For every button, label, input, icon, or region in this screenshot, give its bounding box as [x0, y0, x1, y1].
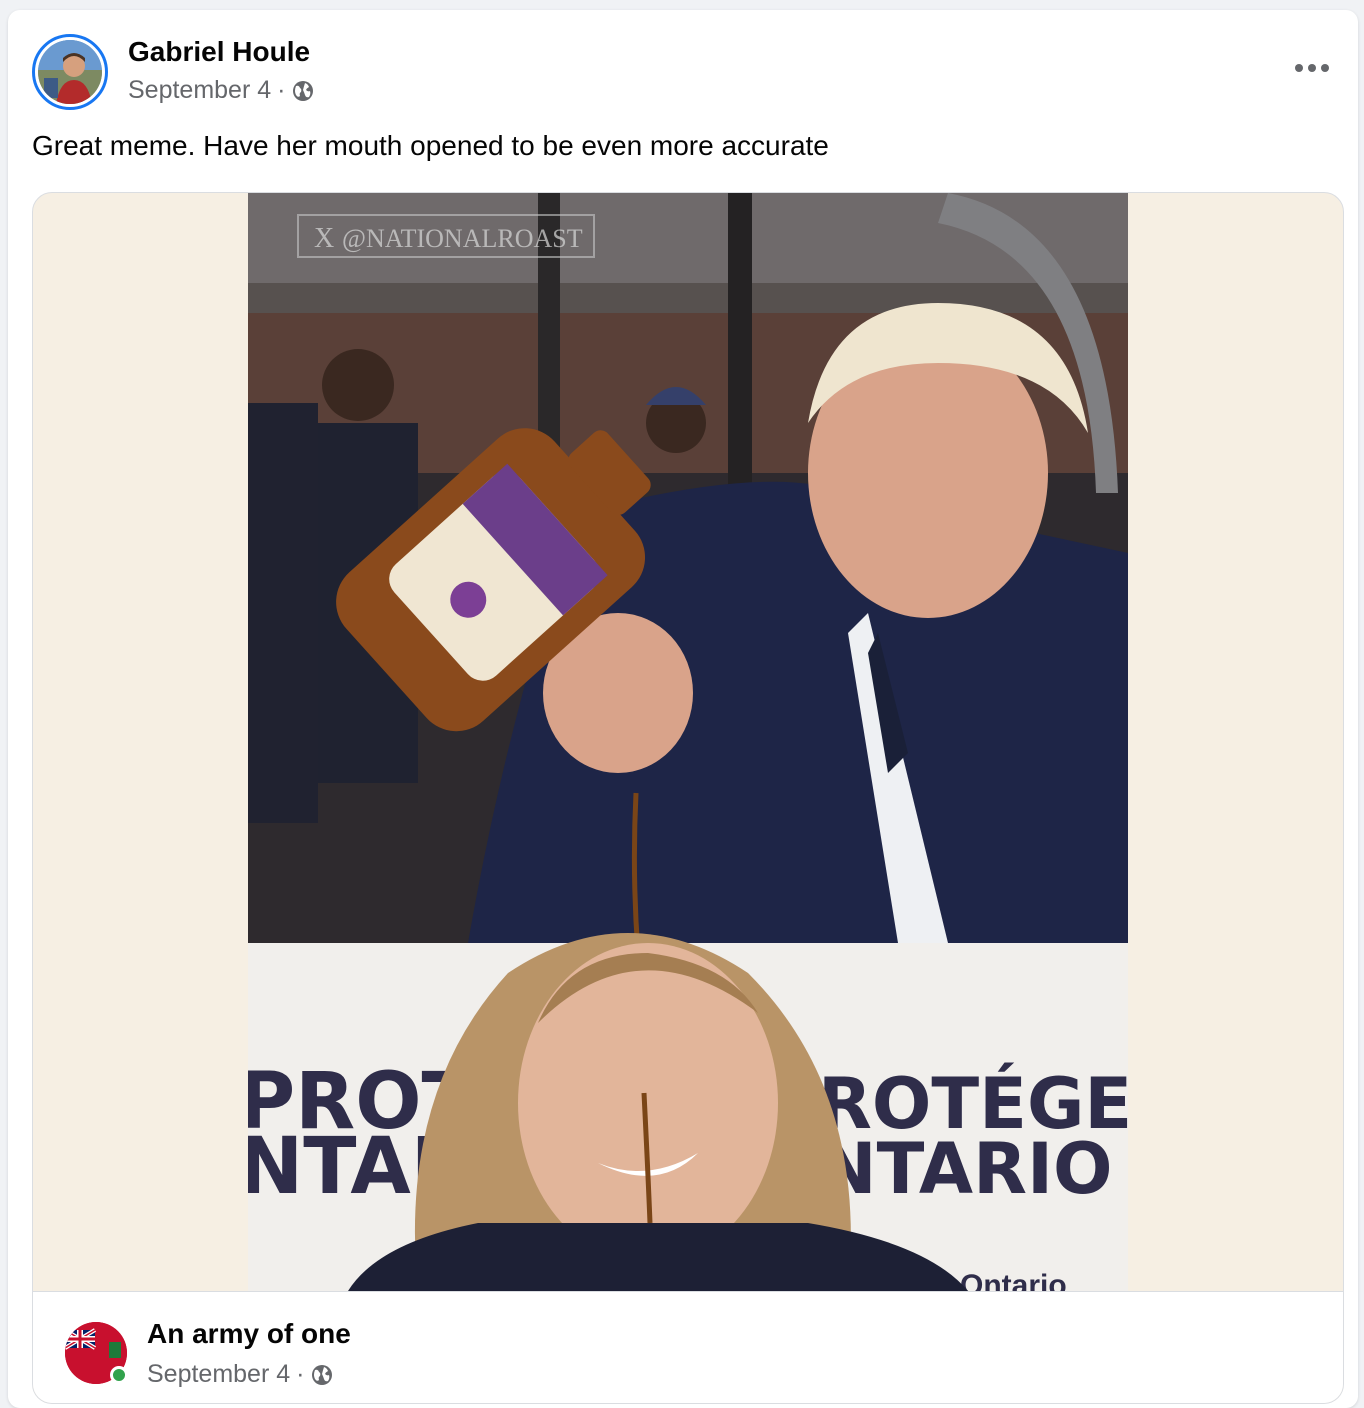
shared-post-meta: September 4 · — [147, 1360, 334, 1389]
author-avatar-image — [38, 40, 102, 104]
globe-icon[interactable] — [291, 79, 315, 103]
shared-meta-separator: · — [296, 1360, 305, 1388]
shared-post-attachment[interactable]: X @NATIONALROAST PROTE NTAR ROTÉGER NTAR… — [32, 192, 1344, 1404]
shared-post-header: An army of one September 4 · — [33, 1291, 1343, 1403]
globe-icon[interactable] — [310, 1363, 334, 1387]
author-avatar-photo — [38, 40, 102, 104]
post-text: Great meme. Have her mouth opened to be … — [32, 130, 829, 161]
more-options-button[interactable] — [1292, 56, 1332, 80]
image-watermark: @NATIONALROAST — [342, 224, 583, 253]
sign-logo: Ontario — [960, 1269, 1067, 1291]
meme-image-graphic: X @NATIONALROAST PROTE NTAR ROTÉGER NTAR… — [248, 193, 1128, 1291]
author-name[interactable]: Gabriel Houle — [128, 36, 310, 68]
watermark-x: X — [314, 223, 334, 254]
shared-author-name[interactable]: An army of one — [147, 1318, 351, 1350]
post-meta: September 4 · — [128, 76, 315, 105]
post-date[interactable]: September 4 — [128, 76, 271, 105]
more-options-icon — [1295, 64, 1329, 72]
feed-post: Gabriel Houle September 4 · Great meme. … — [8, 10, 1358, 1408]
shared-post-date[interactable]: September 4 — [147, 1360, 290, 1389]
post-header: Gabriel Houle September 4 · — [8, 10, 1358, 120]
meme-image[interactable]: X @NATIONALROAST PROTE NTAR ROTÉGER NTAR… — [248, 193, 1128, 1291]
online-status-indicator — [110, 1366, 128, 1384]
meta-separator: · — [277, 76, 286, 104]
author-avatar[interactable] — [32, 34, 108, 110]
sign-right-line2: NTARIO — [818, 1128, 1113, 1210]
